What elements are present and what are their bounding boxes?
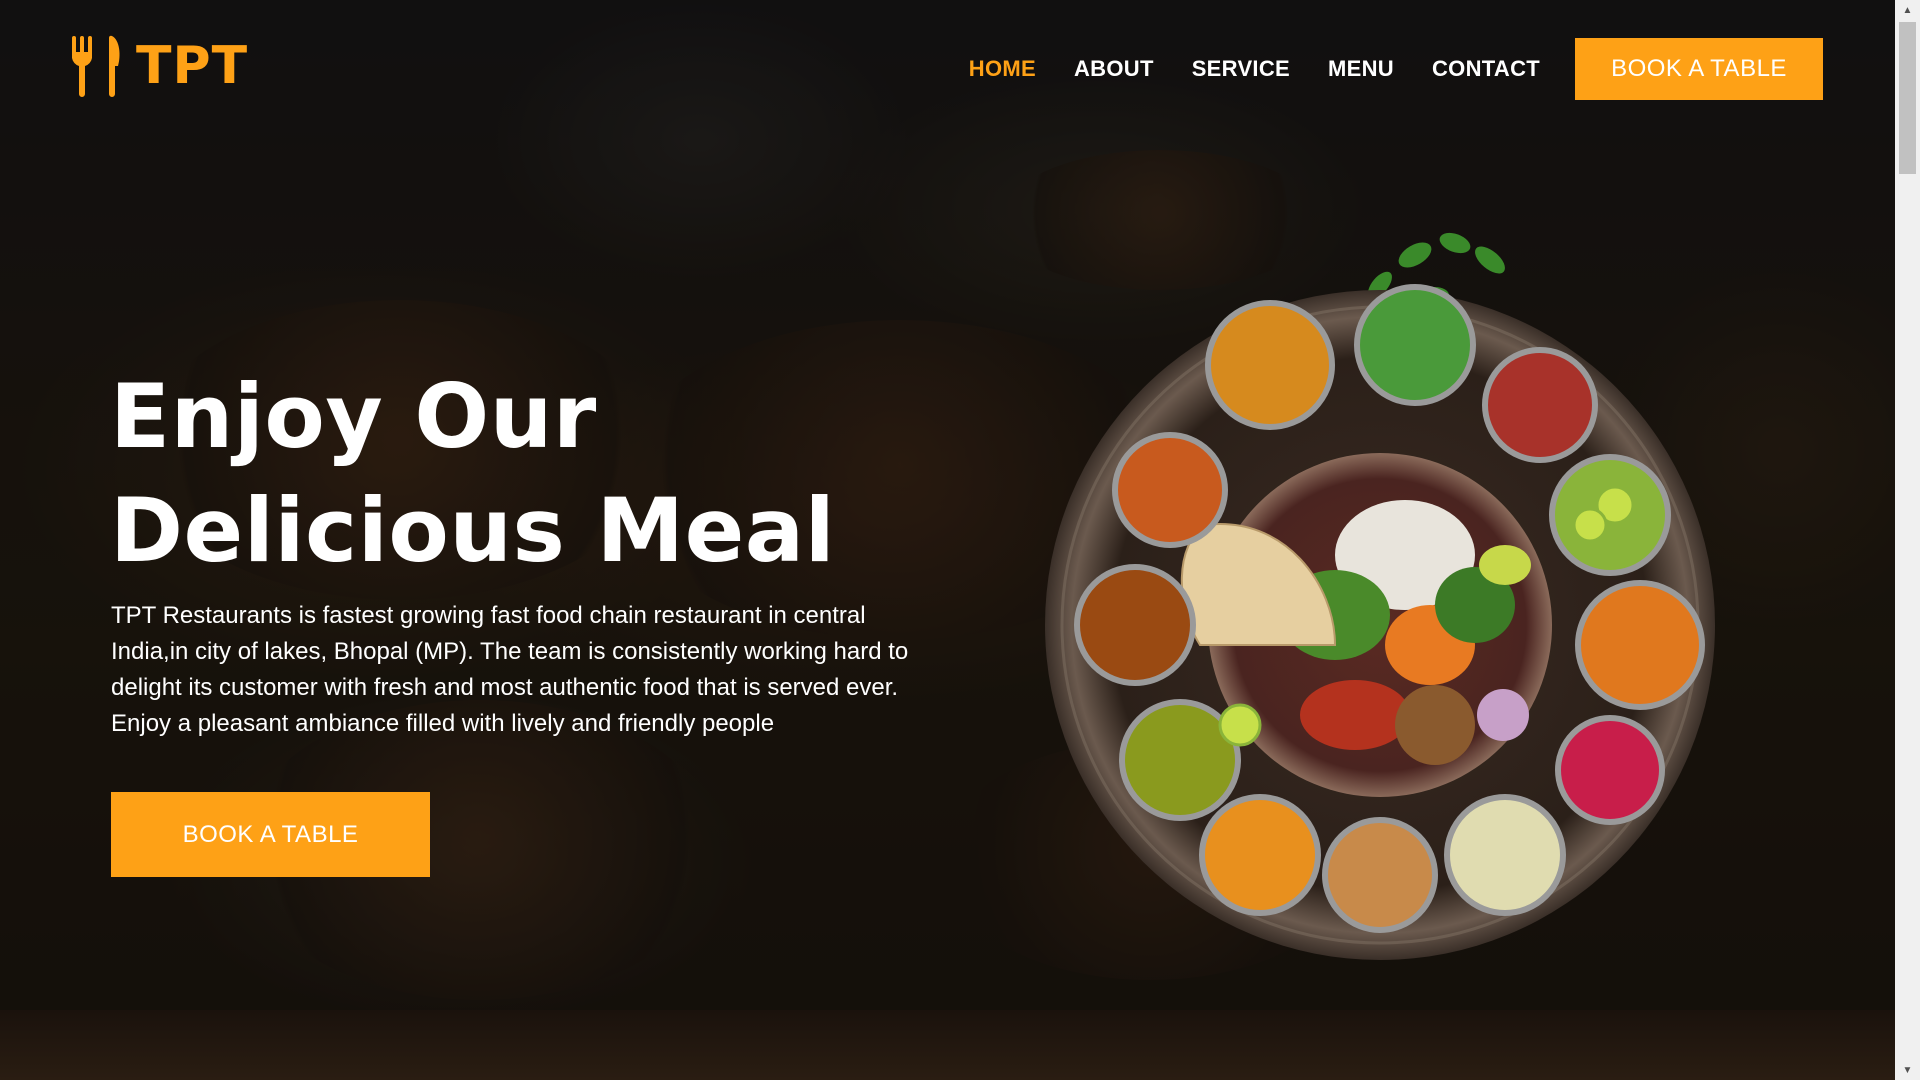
hero-title-line-1: Enjoy Our xyxy=(110,365,597,468)
header-book-table-button[interactable]: BOOK A TABLE xyxy=(1575,38,1823,100)
scroll-up-arrow-icon[interactable]: ▲ xyxy=(1895,0,1920,20)
hero-title-line-2: Delicious Meal xyxy=(110,479,836,582)
nav-about[interactable]: ABOUT xyxy=(1074,56,1154,82)
nav-contact[interactable]: CONTACT xyxy=(1432,56,1540,82)
brand-logo[interactable]: TPT xyxy=(70,34,248,98)
hero-title: Enjoy Our Delicious Meal xyxy=(110,360,1010,588)
scrollbar-thumb[interactable] xyxy=(1899,22,1916,174)
thali-platter-image xyxy=(1045,232,1715,960)
hero-book-table-button[interactable]: BOOK A TABLE xyxy=(111,792,430,877)
vertical-scrollbar[interactable]: ▲ ▼ xyxy=(1895,0,1920,1080)
main-nav: HOME ABOUT SERVICE MENU CONTACT xyxy=(969,56,1540,82)
nav-home[interactable]: HOME xyxy=(969,56,1036,82)
next-section xyxy=(0,1010,1895,1080)
hero-description: TPT Restaurants is fastest growing fast … xyxy=(111,602,909,737)
scroll-down-arrow-icon[interactable]: ▼ xyxy=(1895,1060,1920,1080)
nav-service[interactable]: SERVICE xyxy=(1192,56,1290,82)
utensils-icon xyxy=(72,35,120,97)
page-viewport: TPT HOME ABOUT SERVICE MENU CONTACT BOOK… xyxy=(0,0,1895,1080)
nav-menu[interactable]: MENU xyxy=(1328,56,1394,82)
brand-name: TPT xyxy=(136,36,249,96)
